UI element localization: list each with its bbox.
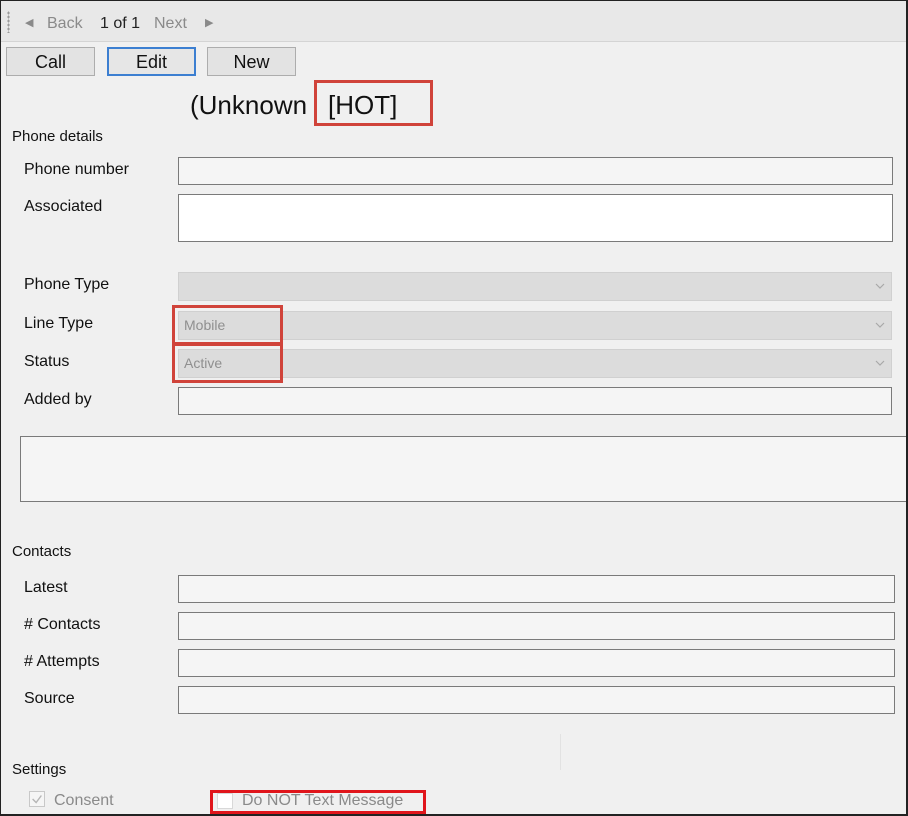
status-label: Status [24, 353, 70, 370]
status-highlight [172, 343, 283, 383]
record-navigator: ◀ Back 1 of 1 Next ▶ [1, 1, 906, 42]
next-button[interactable]: Next [154, 15, 187, 33]
settings-heading: Settings [12, 761, 67, 778]
line-type-highlight [172, 305, 283, 345]
line-type-select[interactable]: Mobile [178, 311, 892, 340]
contacts-heading: Contacts [12, 543, 72, 560]
phone-number-label: Phone number [24, 161, 129, 178]
latest-field[interactable] [178, 575, 895, 603]
latest-label: Latest [24, 579, 68, 596]
source-field[interactable] [178, 686, 895, 714]
attempts-label: # Attempts [24, 653, 100, 670]
right-triangle-icon[interactable]: ▶ [205, 16, 213, 29]
back-button[interactable]: Back [47, 15, 83, 33]
chevron-down-icon [875, 322, 885, 328]
phone-type-select[interactable] [178, 272, 892, 301]
chevron-down-icon [875, 283, 885, 289]
call-button[interactable]: Call [6, 47, 95, 76]
consent-checkbox[interactable] [29, 791, 45, 807]
grip-icon[interactable] [7, 11, 10, 33]
contacts-count-label: # Contacts [24, 616, 101, 633]
phone-type-label: Phone Type [24, 276, 110, 293]
phone-number-field[interactable] [178, 157, 893, 185]
do-not-text-highlight [210, 790, 426, 814]
associated-field[interactable] [178, 194, 893, 242]
line-type-label: Line Type [24, 315, 94, 332]
notes-textarea[interactable] [20, 436, 908, 502]
record-title: (Unknown [190, 90, 308, 120]
divider [560, 734, 561, 770]
contacts-count-field[interactable] [178, 612, 895, 640]
source-label: Source [24, 690, 75, 707]
hot-tag-highlight [314, 80, 433, 126]
consent-label: Consent [54, 792, 114, 809]
new-button[interactable]: New [207, 47, 296, 76]
status-select[interactable]: Active [178, 349, 892, 378]
attempts-field[interactable] [178, 649, 895, 677]
chevron-down-icon [875, 360, 885, 366]
left-triangle-icon[interactable]: ◀ [25, 16, 33, 29]
phone-details-heading: Phone details [12, 128, 103, 145]
page-indicator: 1 of 1 [100, 15, 141, 32]
added-by-label: Added by [24, 391, 92, 408]
associated-label: Associated [24, 198, 103, 215]
checkmark-icon [32, 795, 42, 804]
edit-button[interactable]: Edit [107, 47, 196, 76]
added-by-field[interactable] [178, 387, 892, 415]
